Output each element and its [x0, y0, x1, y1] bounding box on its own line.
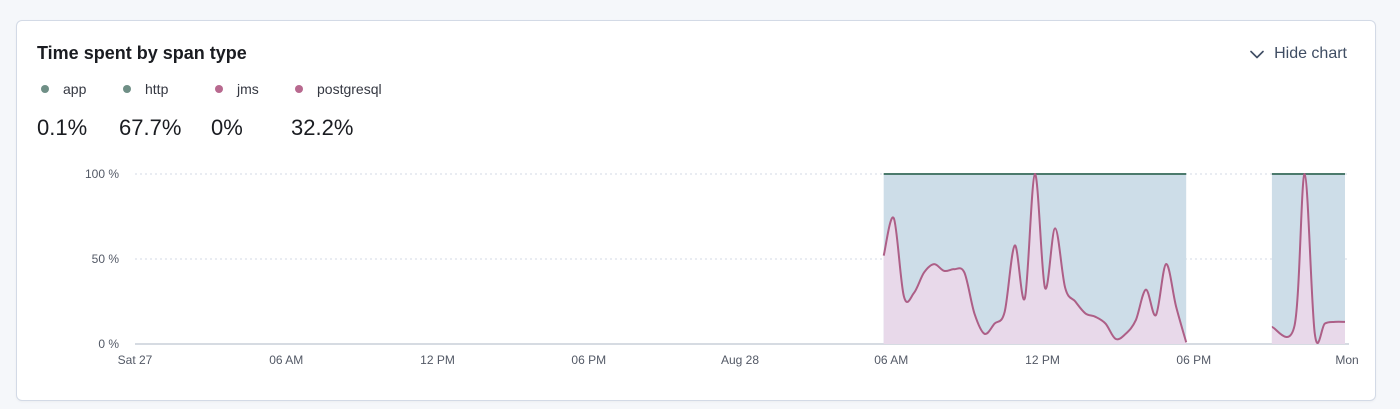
x-tick-label: 12 PM — [420, 353, 455, 367]
y-tick-label: 100 % — [85, 167, 119, 181]
x-tick-label: 06 PM — [571, 353, 606, 367]
x-tick-label: Aug 28 — [721, 353, 759, 367]
y-tick-label: 50 % — [92, 252, 120, 266]
x-tick-label: 06 PM — [1176, 353, 1211, 367]
x-tick-label: Mon — [1335, 353, 1358, 367]
x-tick-label: 12 PM — [1025, 353, 1060, 367]
y-tick-label: 0 % — [98, 337, 119, 351]
x-tick-label: 06 AM — [269, 353, 303, 367]
stacked-area-chart[interactable]: 0 % 50 % 100 % Sat 27 06 AM 12 PM 06 PM Aug 28 0… — [17, 21, 1375, 400]
x-tick-label: 06 AM — [874, 353, 908, 367]
x-tick-label: Sat 27 — [118, 353, 153, 367]
chart-panel: Time spent by span type Hide chart app 0… — [16, 20, 1376, 401]
